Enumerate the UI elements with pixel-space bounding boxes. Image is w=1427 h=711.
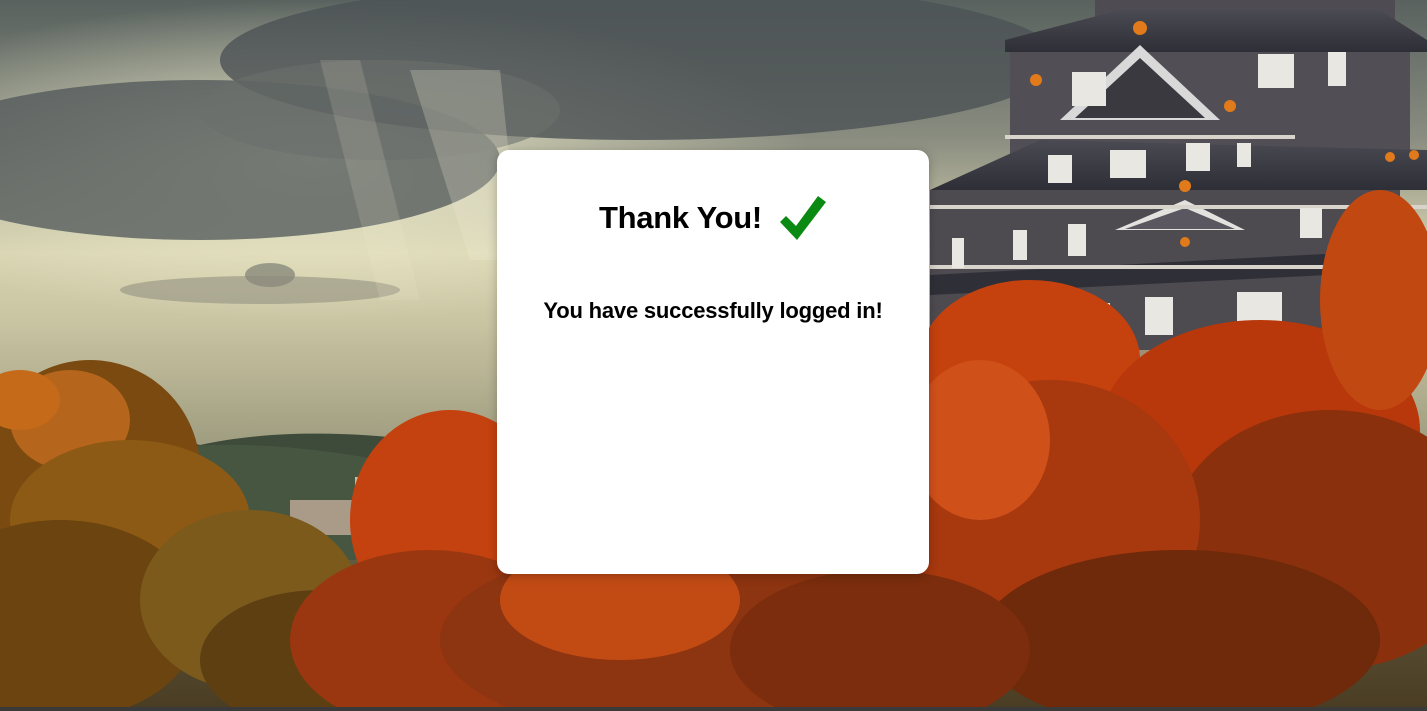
login-success-message: You have successfully logged in! (543, 298, 883, 323)
checkmark-icon (776, 192, 828, 244)
window-bottom-edge (0, 707, 1427, 711)
thank-you-title: Thank You! (599, 200, 762, 235)
card-header: Thank You! (0, 188, 1427, 248)
